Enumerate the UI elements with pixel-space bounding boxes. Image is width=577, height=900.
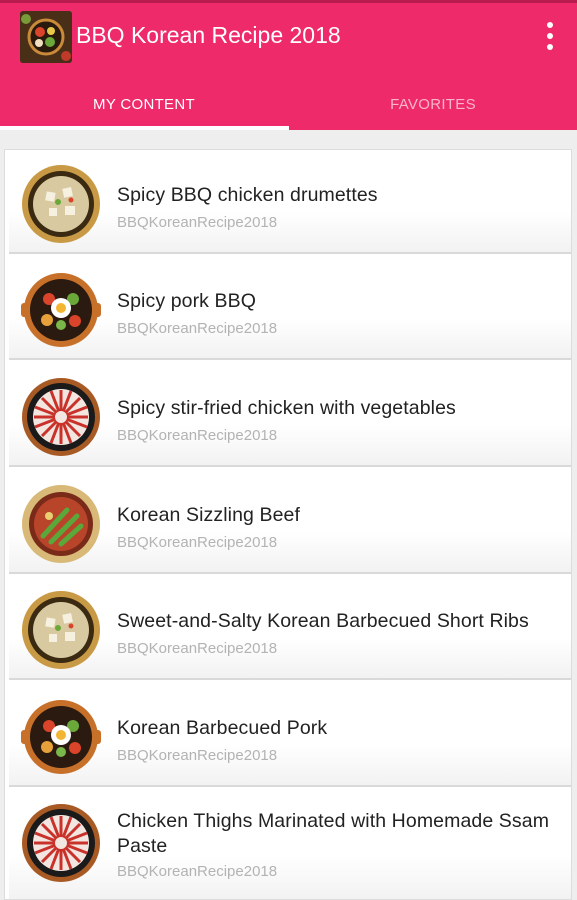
item-subtitle: BBQKoreanRecipe2018 [117, 640, 278, 657]
dot [547, 44, 553, 50]
list-item[interactable]: Sweet-and-Salty Korean Barbecued Short R… [9, 578, 571, 680]
dot [547, 33, 553, 39]
list-item[interactable]: Spicy pork BBQ BBQKoreanRecipe2018 [9, 258, 571, 360]
stew-bowl-icon [22, 485, 100, 563]
item-title: Korean Sizzling Beef [117, 504, 301, 526]
tab-indicator [0, 126, 289, 130]
app-title: BBQ Korean Recipe 2018 [76, 22, 341, 48]
item-subtitle: BBQKoreanRecipe2018 [117, 747, 278, 764]
item-title: Spicy pork BBQ [117, 290, 257, 312]
bibimbap-icon [21, 273, 101, 347]
list-item[interactable]: Korean Sizzling Beef BBQKoreanRecipe2018 [9, 472, 571, 574]
list-item[interactable]: Chicken Thighs Marinated with Homemade S… [9, 791, 571, 899]
list-item[interactable]: Korean Barbecued Pork BBQKoreanRecipe201… [9, 685, 571, 787]
item-subtitle: BBQKoreanRecipe2018 [117, 534, 278, 551]
dot [547, 22, 553, 28]
item-title: Sweet-and-Salty Korean Barbecued Short R… [117, 610, 529, 632]
app-food-icon [20, 11, 72, 63]
item-title: Korean Barbecued Pork [117, 717, 328, 739]
soup-bowl-icon [22, 165, 100, 243]
item-subtitle: BBQKoreanRecipe2018 [117, 320, 278, 337]
item-subtitle: BBQKoreanRecipe2018 [117, 427, 278, 444]
item-subtitle: BBQKoreanRecipe2018 [117, 214, 278, 231]
list-item[interactable]: Spicy stir-fried chicken with vegetables… [9, 365, 571, 467]
tab-favorites[interactable]: FAVORITES [289, 80, 577, 128]
status-strip [0, 0, 577, 3]
tab-my-content[interactable]: MY CONTENT [0, 80, 288, 128]
app-bar: BBQ Korean Recipe 2018 MY CONTENT FAVORI… [0, 0, 577, 130]
hotpot-icon [22, 378, 100, 456]
hotpot-icon [22, 804, 100, 882]
bibimbap-icon [21, 700, 101, 774]
recipe-list[interactable]: Spicy BBQ chicken drumettes BBQKoreanRec… [4, 149, 572, 900]
item-title: Spicy BBQ chicken drumettes [117, 184, 378, 206]
item-title: Chicken Thighs Marinated with Homemade S… [117, 810, 550, 857]
item-title: Spicy stir-fried chicken with vegetables [117, 397, 456, 419]
more-vert-icon[interactable] [537, 18, 563, 54]
item-subtitle: BBQKoreanRecipe2018 [117, 863, 278, 880]
soup-bowl-icon [22, 591, 100, 669]
list-item[interactable]: Spicy BBQ chicken drumettes BBQKoreanRec… [9, 152, 571, 254]
